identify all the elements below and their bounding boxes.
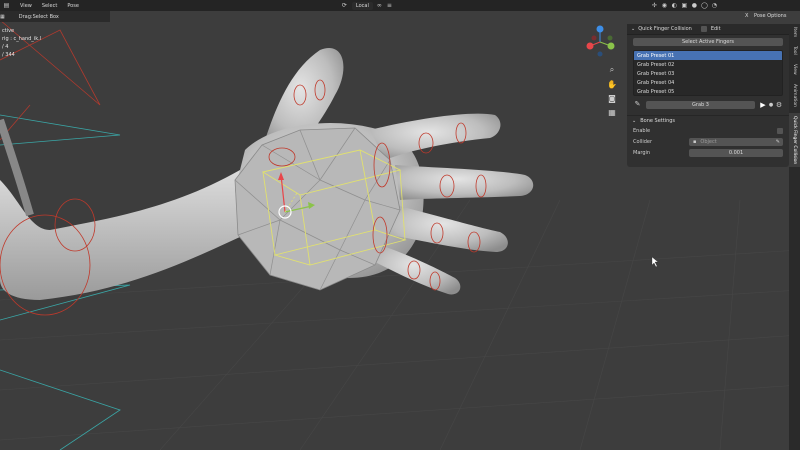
grid-icon[interactable]: ▦	[607, 107, 617, 117]
xray-icon[interactable]: ▣	[681, 2, 688, 9]
x-mirror-toggle[interactable]: X	[745, 13, 748, 19]
eyedropper-icon[interactable]: ✎	[776, 139, 780, 145]
pan-hand-icon[interactable]: ✋	[607, 79, 617, 89]
list-item[interactable]: Grab Preset 05	[634, 87, 782, 95]
shading-solid-icon[interactable]: ●	[691, 2, 698, 9]
gear-icon[interactable]: ⚙	[775, 101, 783, 109]
overlay-bones-count: / 4	[2, 44, 9, 50]
orientation-icon: ⟳	[341, 2, 347, 9]
tab-view[interactable]: View	[789, 61, 800, 78]
tab-animation[interactable]: Animation	[789, 81, 800, 110]
chevron-down-icon[interactable]: ⌄	[631, 26, 635, 32]
navigation-gizmo[interactable]	[582, 24, 618, 60]
drag-dropdown[interactable]: Select Box	[33, 14, 59, 20]
zoom-search-icon[interactable]: ⌕	[607, 65, 617, 75]
overlay-rig-name: rig : c_hand_ik.l	[2, 36, 42, 42]
chevron-down-icon[interactable]: ⌄	[632, 118, 636, 124]
collider-label: Collider	[633, 138, 653, 145]
panel-title: Quick Finger Collision	[638, 26, 692, 32]
viewport-header: ▤ View Select Pose ⟳ Local ∞ ≡ ✢ ◉ ◐ ▣ ●…	[0, 0, 800, 11]
bone-settings-title: Bone Settings	[640, 117, 676, 124]
enable-checkbox[interactable]	[777, 127, 783, 134]
menu-pose[interactable]: Pose	[67, 3, 79, 9]
margin-field[interactable]: 0.001	[689, 148, 783, 157]
edit-label: Edit	[710, 26, 721, 32]
quick-finger-collision-panel: ⌄ Quick Finger Collision Edit Select Act…	[627, 24, 789, 167]
enable-row: Enable	[633, 125, 783, 136]
select-mode-icon[interactable]: ▦	[0, 14, 5, 20]
link-icon[interactable]: ∞	[376, 2, 383, 9]
camera-icon[interactable]: ◙	[607, 93, 617, 103]
grab-preset-list[interactable]: Grab Preset 01 Grab Preset 02 Grab Prese…	[633, 50, 783, 96]
collider-field[interactable]: ▪ Object ✎	[689, 137, 783, 146]
menu-view[interactable]: View	[20, 3, 32, 9]
viewport-stats-overlay: ctive rig : c_hand_ik.l / 4 / 344	[2, 27, 41, 59]
overlay-verts-count: / 344	[2, 52, 15, 58]
play-icon[interactable]: ▶	[759, 101, 767, 109]
transform-orientation-dropdown[interactable]: Local	[351, 1, 373, 10]
menu-select[interactable]: Select	[42, 3, 57, 9]
shading-rendered-icon[interactable]: ◔	[711, 2, 718, 9]
tab-item[interactable]: Item	[789, 24, 800, 40]
sidebar-tabs: Item Tool View Animation Quick Finger Co…	[789, 24, 800, 450]
wrench-icon[interactable]: ✎	[633, 100, 642, 109]
grab-name-field[interactable]: Grab 3	[646, 100, 755, 109]
panel-header[interactable]: ⌄ Quick Finger Collision Edit	[627, 24, 789, 35]
grab-row: ✎ Grab 3 ▶ ● ⚙	[633, 100, 783, 109]
menu-icon[interactable]: ≡	[386, 2, 393, 9]
collider-row: Collider ▪ Object ✎	[633, 136, 783, 147]
overlay-mode: ctive	[2, 28, 15, 34]
list-item[interactable]: Grab Preset 04	[634, 78, 782, 87]
shading-material-icon[interactable]: ◯	[701, 2, 708, 9]
object-icon: ▪	[693, 138, 697, 145]
select-active-fingers-button[interactable]: Select Active Fingers	[633, 38, 783, 46]
margin-label: Margin	[633, 149, 651, 156]
editor-type-icon[interactable]: ▤	[3, 2, 10, 9]
tab-tool[interactable]: Tool	[789, 43, 800, 58]
tool-settings-bar: ▦ Drag: Select Box	[0, 11, 110, 22]
viewport-nav-tools: ⌕ ✋ ◙ ▦	[607, 65, 619, 121]
edit-checkbox[interactable]	[700, 26, 707, 32]
pose-options-dropdown[interactable]: Pose Options	[754, 13, 786, 19]
enable-label: Enable	[633, 127, 651, 134]
margin-row: Margin 0.001	[633, 147, 783, 158]
overlay-icon[interactable]: ◐	[671, 2, 678, 9]
drag-label: Drag:	[18, 13, 33, 20]
blender-window: ▤ View Select Pose ⟳ Local ∞ ≡ ✢ ◉ ◐ ▣ ●…	[0, 0, 800, 450]
list-item[interactable]: Grab Preset 01	[634, 51, 782, 60]
record-icon[interactable]: ●	[767, 102, 775, 108]
list-item[interactable]: Grab Preset 03	[634, 69, 782, 78]
cursor-icon[interactable]: ✢	[651, 2, 658, 9]
collider-placeholder: Object	[700, 138, 717, 145]
globe-icon[interactable]: ◉	[661, 2, 668, 9]
list-item[interactable]: Grab Preset 02	[634, 60, 782, 69]
tab-quick-finger-collision[interactable]: Quick Finger Collision	[789, 112, 800, 167]
bone-settings-header[interactable]: ⌄ Bone Settings	[627, 115, 789, 125]
